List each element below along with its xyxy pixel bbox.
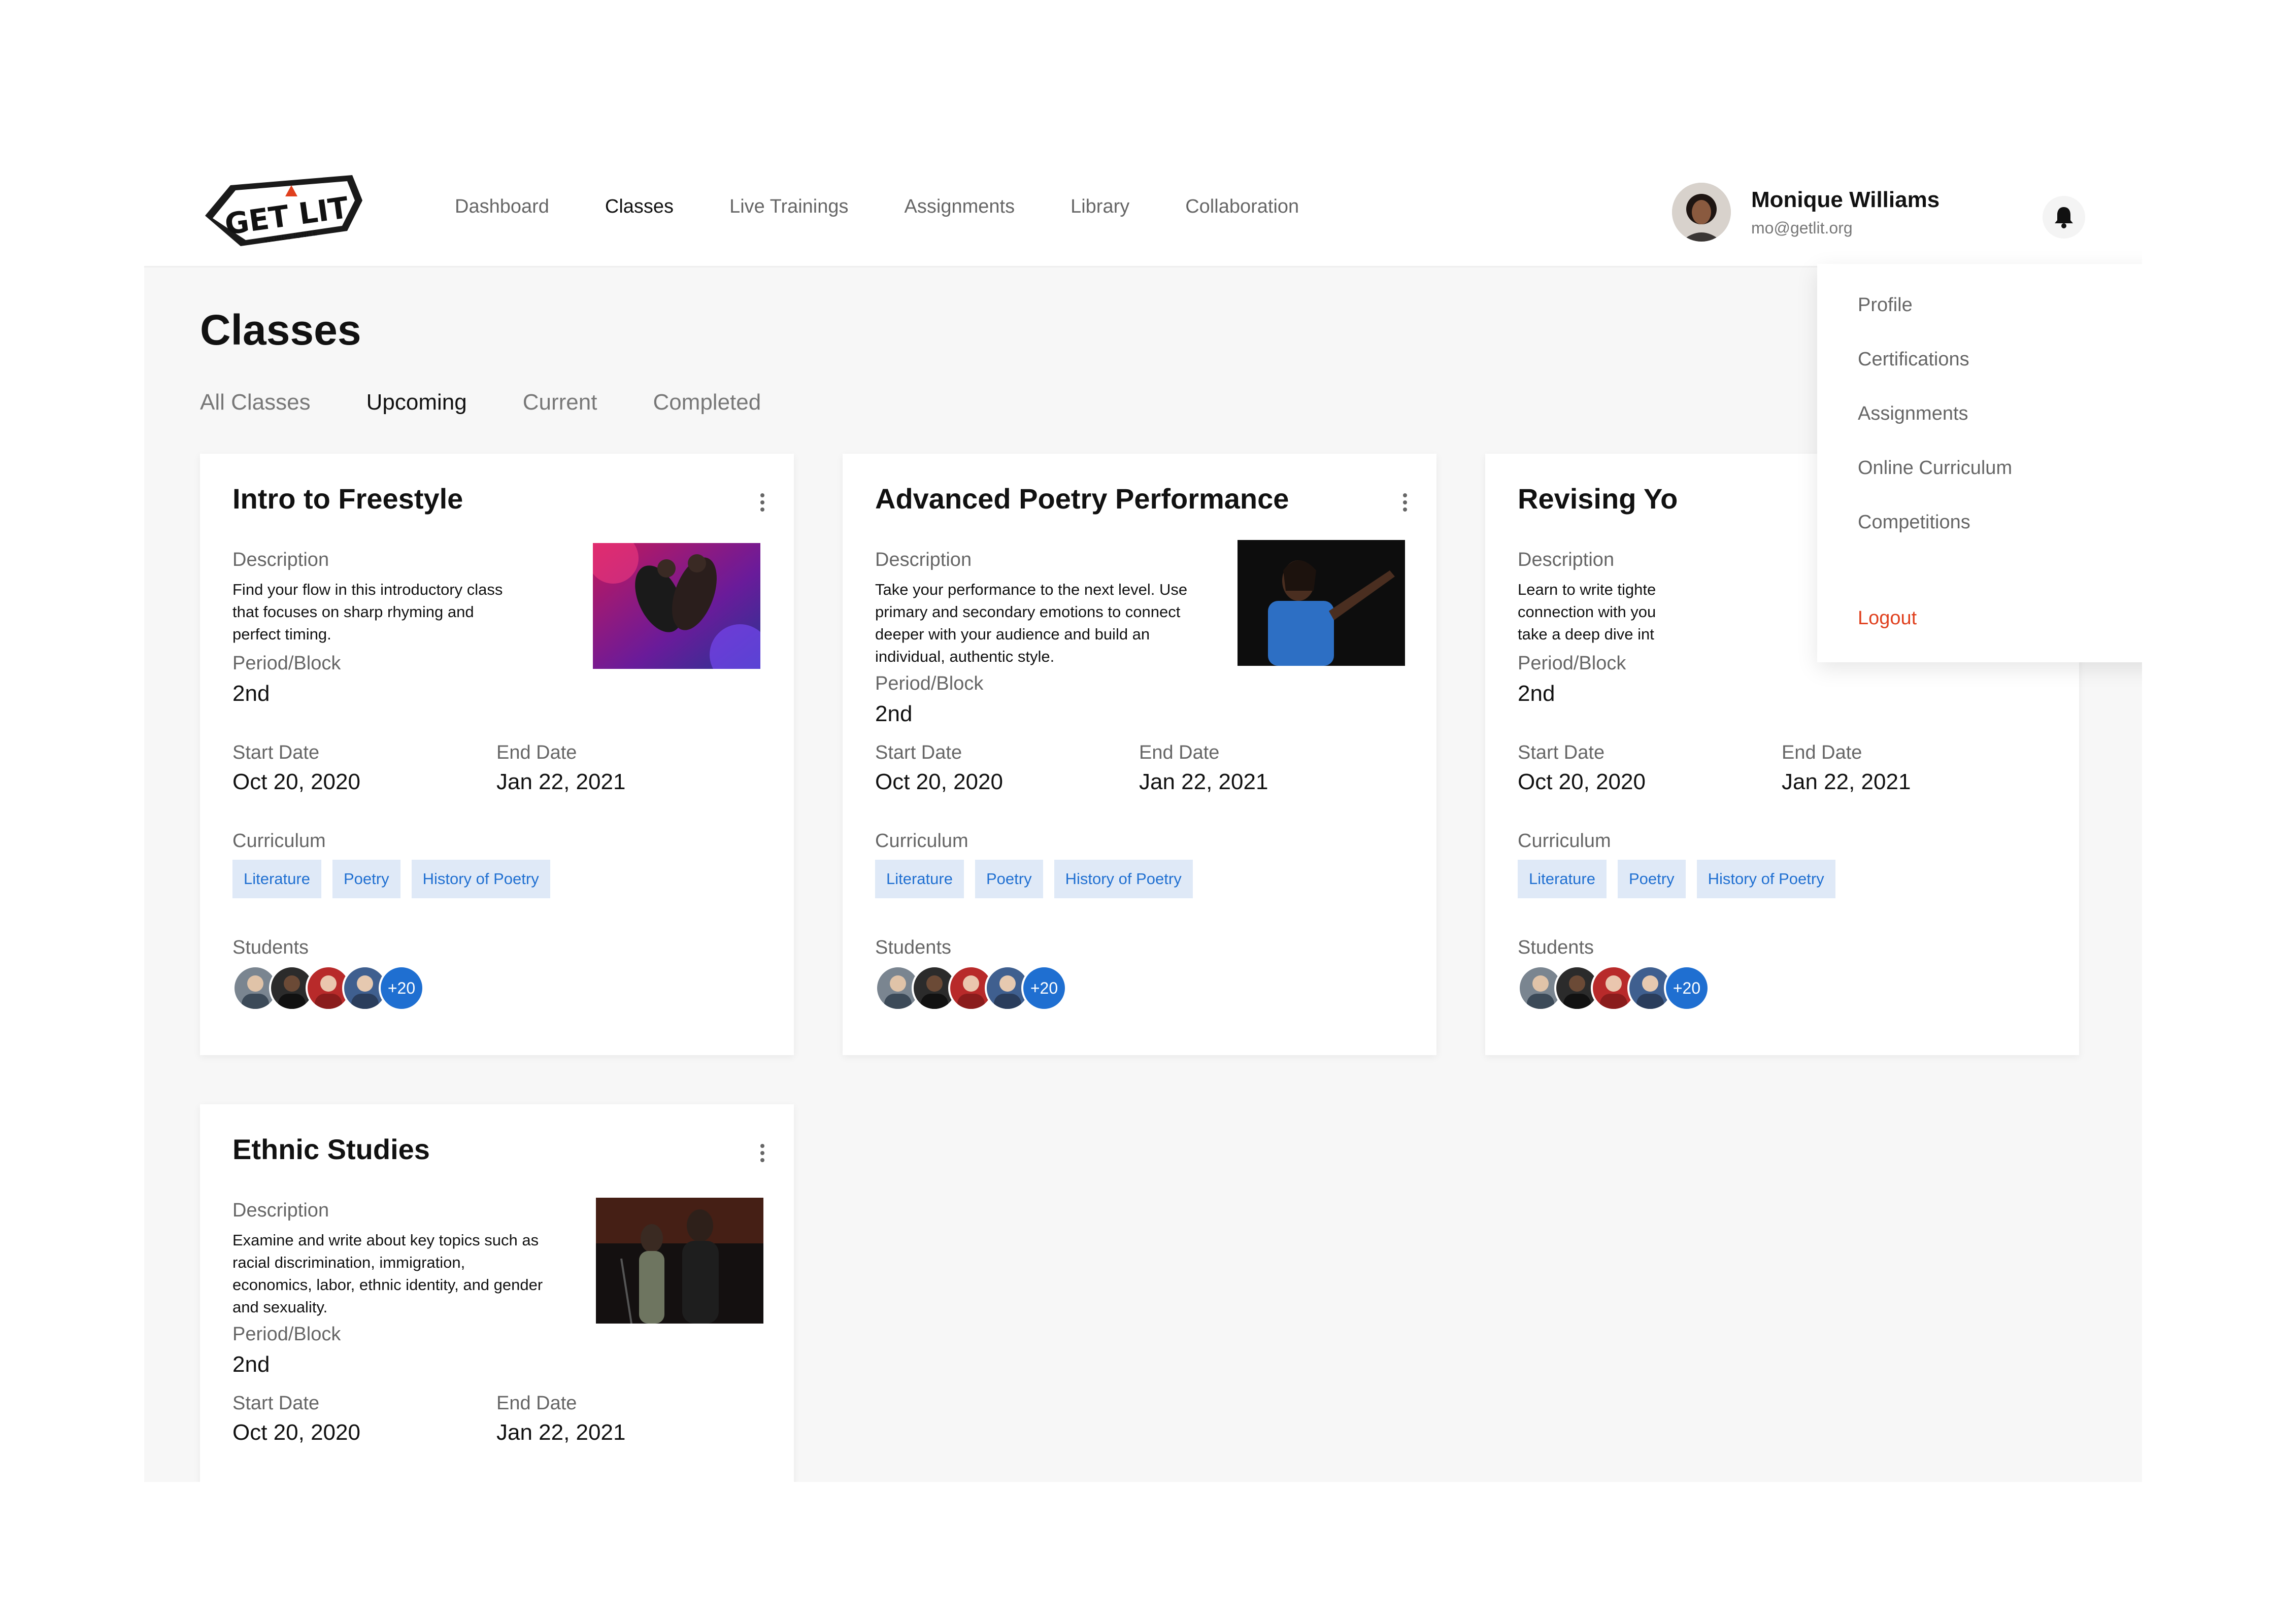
- end-date-value: Jan 22, 2021: [496, 769, 626, 794]
- period-value: 2nd: [1518, 681, 1555, 706]
- start-date-label: Start Date: [232, 742, 320, 763]
- top-navigation-bar: GET LIT WORDS IGNITE Dashboard Classes L…: [144, 147, 2142, 267]
- class-description: Take your performance to the next level.…: [875, 581, 1188, 665]
- description-label: Description: [875, 549, 972, 570]
- curriculum-tag[interactable]: History of Poetry: [411, 860, 550, 898]
- curriculum-tag[interactable]: Poetry: [332, 860, 400, 898]
- students-label: Students: [875, 937, 951, 958]
- start-date-label: Start Date: [232, 1393, 320, 1414]
- menu-item-assignments[interactable]: Assignments: [1858, 403, 1968, 425]
- page-title: Classes: [200, 306, 361, 354]
- class-card[interactable]: Advanced Poetry Performance Description …: [843, 454, 1436, 1055]
- start-date-value: Oct 20, 2020: [232, 1420, 360, 1445]
- notifications-button[interactable]: [2043, 196, 2085, 239]
- nav-library[interactable]: Library: [1071, 196, 1129, 218]
- student-avatars[interactable]: +20: [1518, 965, 1710, 1011]
- more-students-badge[interactable]: +20: [379, 965, 424, 1011]
- period-value: 2nd: [232, 681, 270, 706]
- class-filter-tabs: All Classes Upcoming Current Completed: [200, 390, 817, 415]
- tab-current[interactable]: Current: [523, 390, 597, 415]
- more-options-icon[interactable]: [759, 493, 765, 516]
- class-card[interactable]: Ethnic Studies Description Examine and w…: [200, 1104, 794, 1482]
- curriculum-label: Curriculum: [875, 830, 968, 852]
- start-date-value: Oct 20, 2020: [1518, 769, 1646, 794]
- tab-all-classes[interactable]: All Classes: [200, 390, 311, 415]
- description-label: Description: [232, 1200, 329, 1221]
- students-label: Students: [1518, 937, 1594, 958]
- class-title[interactable]: Revising Yo: [1518, 482, 1678, 515]
- user-dropdown-menu: Profile Certifications Assignments Onlin…: [1817, 264, 2142, 662]
- class-description: Find your flow in this introductory clas…: [232, 581, 503, 643]
- more-students-badge[interactable]: +20: [1021, 965, 1067, 1011]
- period-label: Period/Block: [232, 653, 341, 674]
- period-value: 2nd: [232, 1352, 270, 1377]
- period-label: Period/Block: [875, 673, 984, 694]
- start-date-label: Start Date: [875, 742, 962, 763]
- curriculum-tag[interactable]: Literature: [1518, 860, 1607, 898]
- class-image: [1238, 540, 1405, 666]
- class-description: Examine and write about key topics such …: [232, 1231, 543, 1316]
- app-frame: GET LIT WORDS IGNITE Dashboard Classes L…: [144, 147, 2142, 1482]
- user-email: mo@getlit.org: [1751, 218, 1853, 237]
- menu-item-logout[interactable]: Logout: [1858, 607, 1917, 629]
- end-date-label: End Date: [496, 1393, 577, 1414]
- class-card[interactable]: Intro to Freestyle Description Find your…: [200, 454, 794, 1055]
- end-date-label: End Date: [496, 742, 577, 763]
- user-avatar[interactable]: [1672, 183, 1731, 242]
- start-date-value: Oct 20, 2020: [875, 769, 1003, 794]
- tab-completed[interactable]: Completed: [653, 390, 761, 415]
- class-title[interactable]: Intro to Freestyle: [232, 482, 463, 515]
- nav-live-trainings[interactable]: Live Trainings: [729, 196, 848, 218]
- end-date-value: Jan 22, 2021: [1139, 769, 1268, 794]
- menu-item-profile[interactable]: Profile: [1858, 294, 1913, 316]
- curriculum-tag[interactable]: Poetry: [975, 860, 1043, 898]
- nav-dashboard[interactable]: Dashboard: [455, 196, 549, 218]
- more-options-icon[interactable]: [759, 1144, 765, 1166]
- curriculum-label: Curriculum: [232, 830, 326, 852]
- menu-item-certifications[interactable]: Certifications: [1858, 349, 1969, 370]
- nav-classes[interactable]: Classes: [605, 196, 674, 218]
- end-date-value: Jan 22, 2021: [1782, 769, 1911, 794]
- curriculum-tag[interactable]: Poetry: [1617, 860, 1686, 898]
- menu-item-competitions[interactable]: Competitions: [1858, 512, 1970, 533]
- curriculum-tags: Literature Poetry History of Poetry: [1518, 860, 1847, 898]
- more-options-icon[interactable]: [1402, 493, 1408, 516]
- period-label: Period/Block: [1518, 653, 1626, 674]
- curriculum-tag[interactable]: Literature: [232, 860, 321, 898]
- curriculum-tags: Literature Poetry History of Poetry: [875, 860, 1204, 898]
- start-date-value: Oct 20, 2020: [232, 769, 360, 794]
- end-date-label: End Date: [1782, 742, 1862, 763]
- end-date-label: End Date: [1139, 742, 1220, 763]
- get-lit-logo[interactable]: GET LIT WORDS IGNITE: [200, 170, 367, 251]
- start-date-label: Start Date: [1518, 742, 1605, 763]
- more-students-badge[interactable]: +20: [1664, 965, 1710, 1011]
- curriculum-tag[interactable]: Literature: [875, 860, 964, 898]
- class-image: [596, 1198, 763, 1324]
- user-name: Monique Williams: [1751, 187, 1940, 212]
- class-image: [593, 543, 760, 669]
- main-nav: Dashboard Classes Live Trainings Assignm…: [455, 147, 1355, 266]
- curriculum-tag[interactable]: History of Poetry: [1696, 860, 1835, 898]
- students-label: Students: [232, 937, 309, 958]
- bell-icon: [2055, 207, 2073, 228]
- curriculum-tag[interactable]: History of Poetry: [1054, 860, 1193, 898]
- nav-collaboration[interactable]: Collaboration: [1185, 196, 1299, 218]
- period-label: Period/Block: [232, 1324, 341, 1345]
- nav-assignments[interactable]: Assignments: [905, 196, 1015, 218]
- class-description: Learn to write tighte connection with yo…: [1518, 581, 1656, 643]
- curriculum-label: Curriculum: [1518, 830, 1611, 852]
- class-title[interactable]: Ethnic Studies: [232, 1133, 430, 1166]
- period-value: 2nd: [875, 701, 913, 726]
- end-date-value: Jan 22, 2021: [496, 1420, 626, 1445]
- student-avatars[interactable]: +20: [875, 965, 1067, 1011]
- student-avatars[interactable]: +20: [232, 965, 424, 1011]
- curriculum-tags: Literature Poetry History of Poetry: [232, 860, 561, 898]
- class-title[interactable]: Advanced Poetry Performance: [875, 482, 1289, 515]
- menu-item-online-curriculum[interactable]: Online Curriculum: [1858, 457, 2012, 479]
- description-label: Description: [232, 549, 329, 570]
- user-menu[interactable]: Monique Williams mo@getlit.org: [1672, 183, 1939, 242]
- description-label: Description: [1518, 549, 1615, 570]
- tab-upcoming[interactable]: Upcoming: [366, 390, 467, 415]
